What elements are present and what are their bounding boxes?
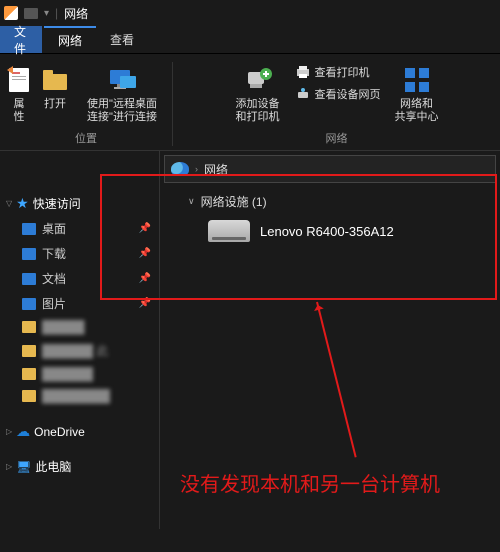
pin-icon: 📌 (139, 273, 151, 284)
title-bar: ▾ | 网络 (0, 0, 500, 26)
folder-icon (22, 321, 36, 333)
ribbon-group-network: 添加设备 和打印机 查看打印机 查看设备网页 网络和 共享中心 网络 (173, 62, 500, 146)
device-page-icon (295, 86, 311, 102)
view-device-page-label: 查看设备网页 (315, 86, 381, 102)
folder-icon (22, 390, 36, 402)
documents-icon (22, 273, 36, 285)
breadcrumb-network[interactable]: 网络 (204, 161, 228, 178)
quick-access-label: 快速访问 (33, 195, 81, 212)
open-button[interactable]: 打开 (36, 62, 74, 126)
ribbon-group-location: 属 性 打开 使用"远程桌面 连接"进行连接 位置 (0, 62, 173, 146)
main-area: ▽ ★ 快速访问 桌面📌 下载📌 文档📌 图片📌 █████ ██████ 此 … (0, 151, 500, 529)
sidebar-item-pictures[interactable]: 图片📌 (0, 291, 159, 316)
device-name: Lenovo R6400-356A12 (260, 224, 394, 239)
address-bar[interactable]: › 网络 (164, 155, 496, 183)
folder-icon (22, 345, 36, 357)
qat-chevron-icon[interactable]: ▾ (44, 8, 49, 19)
remote-desktop-button[interactable]: 使用"远程桌面 连接"进行连接 (76, 62, 168, 126)
star-icon: ★ (16, 195, 29, 212)
group-label-location: 位置 (75, 130, 97, 146)
router-icon (208, 220, 250, 242)
group-network-devices[interactable]: ∨ 网络设施 (1) (160, 183, 500, 216)
open-icon (39, 64, 71, 96)
sidebar-item-folder[interactable]: ██████ 此 (0, 338, 159, 363)
sidebar-item-downloads[interactable]: 下载📌 (0, 241, 159, 266)
cloud-icon: ☁ (16, 423, 30, 440)
sidebar-item-folder[interactable]: █████ (0, 316, 159, 338)
open-label: 打开 (44, 98, 66, 111)
app-icon (4, 6, 18, 20)
folder-icon (24, 8, 38, 19)
ribbon-tabs: 文件 网络 查看 (0, 26, 500, 54)
chevron-right-icon: ▷ (6, 427, 12, 436)
navigation-sidebar: ▽ ★ 快速访问 桌面📌 下载📌 文档📌 图片📌 █████ ██████ 此 … (0, 151, 160, 529)
add-devices-label: 添加设备 和打印机 (236, 98, 280, 124)
thispc-label: 此电脑 (35, 458, 71, 475)
sidebar-item-folder[interactable]: ██████ (0, 363, 159, 385)
group-label-network: 网络 (326, 130, 348, 146)
content-pane: › 网络 ∨ 网络设施 (1) Lenovo R6400-356A12 (160, 151, 500, 529)
sidebar-thispc[interactable]: ▷ 🖥 此电脑 (0, 454, 159, 479)
sidebar-item-folder[interactable]: ████████ (0, 385, 159, 407)
ribbon: 属 性 打开 使用"远程桌面 连接"进行连接 位置 (0, 54, 500, 151)
add-devices-icon (242, 64, 274, 96)
pc-icon: 🖥 (16, 460, 31, 474)
pin-icon: 📌 (139, 248, 151, 259)
properties-button[interactable]: 属 性 (4, 62, 34, 126)
network-sharing-button[interactable]: 网络和 共享中心 (387, 62, 447, 126)
downloads-icon (22, 248, 36, 260)
separator: | (55, 6, 58, 20)
pin-icon: 📌 (139, 298, 151, 309)
tab-file[interactable]: 文件 (0, 26, 42, 53)
view-printers-button[interactable]: 查看打印机 (295, 62, 381, 82)
network-location-icon (171, 162, 189, 176)
folder-icon (22, 368, 36, 380)
sidebar-item-documents[interactable]: 文档📌 (0, 266, 159, 291)
chevron-right-icon: ▷ (6, 462, 12, 471)
sidebar-item-desktop[interactable]: 桌面📌 (0, 216, 159, 241)
device-item[interactable]: Lenovo R6400-356A12 (160, 216, 500, 246)
sidebar-quick-access[interactable]: ▽ ★ 快速访问 (0, 191, 159, 216)
properties-label: 属 性 (14, 98, 25, 124)
sidebar-onedrive[interactable]: ▷ ☁ OneDrive (0, 419, 159, 444)
add-devices-button[interactable]: 添加设备 和打印机 (227, 62, 289, 126)
view-printers-label: 查看打印机 (315, 64, 370, 80)
group-label: 网络设施 (1) (201, 193, 267, 210)
tab-view[interactable]: 查看 (96, 26, 148, 53)
chevron-down-icon: ∨ (188, 196, 195, 207)
remote-desktop-icon (106, 64, 138, 96)
properties-icon (3, 64, 35, 96)
chevron-right-icon: › (195, 164, 198, 174)
printer-icon (295, 64, 311, 80)
onedrive-label: OneDrive (34, 425, 85, 439)
chevron-down-icon: ▽ (6, 199, 12, 208)
network-sharing-label: 网络和 共享中心 (395, 98, 439, 124)
pictures-icon (22, 298, 36, 310)
tab-network[interactable]: 网络 (44, 26, 96, 53)
remote-desktop-label: 使用"远程桌面 连接"进行连接 (87, 98, 157, 124)
network-sharing-icon (401, 64, 433, 96)
view-device-page-button[interactable]: 查看设备网页 (295, 84, 381, 104)
desktop-icon (22, 223, 36, 235)
window-title: 网络 (64, 5, 88, 22)
pin-icon: 📌 (139, 223, 151, 234)
